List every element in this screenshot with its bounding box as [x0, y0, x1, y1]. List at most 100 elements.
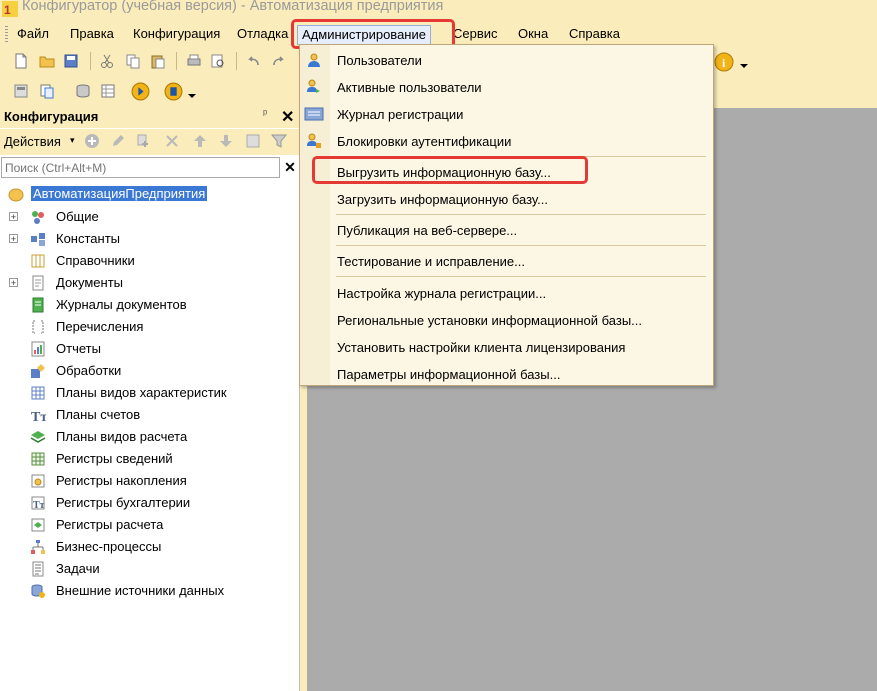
compare-config-icon[interactable] — [39, 83, 55, 99]
menu-item-event-log-settings[interactable]: Настройка журнала регистрации... — [300, 280, 713, 306]
add-icon[interactable] — [84, 133, 100, 149]
paste-icon[interactable] — [150, 53, 166, 69]
open-folder-icon[interactable] — [39, 53, 55, 69]
tree-node-chart-of-characteristic-types[interactable]: Планы видов характеристик — [0, 382, 299, 404]
edit-icon[interactable] — [110, 133, 126, 149]
menu-windows[interactable]: Окна — [518, 26, 548, 44]
info-dropdown-arrow-icon[interactable] — [740, 64, 748, 68]
tree-node-calculation-registers[interactable]: Регистры расчета — [0, 514, 299, 536]
actions-menu-button[interactable]: Действия — [4, 134, 61, 149]
tree-node-label: Планы видов характеристик — [56, 385, 227, 400]
new-document-icon[interactable] — [13, 53, 29, 69]
filter-icon[interactable] — [271, 133, 287, 149]
svg-text:Тт: Тт — [31, 410, 46, 423]
tree-node-constants[interactable]: + Константы — [0, 228, 299, 250]
menu-item-event-log[interactable]: Журнал регистрации — [300, 101, 713, 127]
actions-dropdown-arrow-icon[interactable]: ▾ — [70, 135, 75, 146]
tree-node-document-journals[interactable]: Журналы документов — [0, 294, 299, 316]
menu-item-auth-locks[interactable]: Блокировки аутентификации — [300, 128, 713, 154]
menu-item-users[interactable]: Пользователи — [300, 47, 713, 73]
tree-node-catalogs[interactable]: Справочники — [0, 250, 299, 272]
redo-icon[interactable] — [270, 53, 286, 69]
menu-edit[interactable]: Правка — [70, 26, 114, 44]
run-debug-icon[interactable] — [131, 82, 150, 101]
tree-node-reports[interactable]: Отчеты — [0, 338, 299, 360]
pin-icon[interactable]: ᵖ — [263, 108, 267, 120]
data-processors-icon — [31, 364, 45, 378]
menu-item-regional-settings[interactable]: Региональные установки информационной ба… — [300, 307, 713, 333]
close-panel-icon[interactable]: ✕ — [281, 107, 294, 127]
menu-item-active-users[interactable]: Активные пользователи — [300, 74, 713, 100]
menu-item-testing-repair[interactable]: Тестирование и исправление... — [300, 248, 713, 274]
toolbar-separator — [176, 52, 177, 70]
search-field[interactable] — [1, 157, 280, 178]
root-config-icon — [8, 188, 24, 202]
menu-item-label: Настройка журнала регистрации... — [337, 286, 547, 301]
window-title: Конфигуратор (учебная версия) - Автомати… — [22, 0, 444, 14]
export-infobase-highlight-box — [312, 156, 588, 184]
menu-item-licensing-client-settings[interactable]: Установить настройки клиента лицензирова… — [300, 334, 713, 360]
expand-icon[interactable]: + — [9, 212, 18, 222]
move-down-icon[interactable] — [218, 133, 234, 149]
tree-node-business-processes[interactable]: Бизнес-процессы — [0, 536, 299, 558]
configuration-actions-bar: Действия ▾ — [0, 129, 299, 155]
save-icon[interactable] — [63, 53, 79, 69]
undo-icon[interactable] — [246, 53, 262, 69]
menubar-grip[interactable] — [5, 26, 8, 42]
tree-node-chart-of-calculation-types[interactable]: Планы видов расчета — [0, 426, 299, 448]
tree-node-common[interactable]: + Общие — [0, 206, 299, 228]
tree-node-label: Обработки — [56, 363, 122, 378]
menu-help[interactable]: Справка — [569, 26, 620, 44]
tree-node-documents[interactable]: + Документы — [0, 272, 299, 294]
run-dropdown-arrow-icon[interactable] — [188, 94, 196, 98]
tree-node-tasks[interactable]: Задачи — [0, 558, 299, 580]
copy-icon[interactable] — [125, 53, 141, 69]
menu-item-label: Тестирование и исправление... — [337, 254, 525, 269]
chart-of-calculation-types-icon — [30, 431, 46, 443]
config-window-icon[interactable] — [13, 83, 29, 99]
search-input[interactable] — [2, 158, 278, 177]
copy-item-icon[interactable] — [136, 133, 152, 149]
print-preview-icon[interactable] — [210, 53, 226, 69]
constants-icon — [31, 233, 45, 246]
menu-configuration[interactable]: Конфигурация — [133, 26, 220, 44]
catalogs-icon — [31, 254, 45, 268]
menu-item-import-infobase[interactable]: Загрузить информационную базу... — [300, 186, 713, 212]
accumulation-registers-icon — [31, 474, 45, 488]
menu-item-label: Блокировки аутентификации — [337, 134, 512, 149]
cut-icon[interactable] — [99, 53, 115, 69]
menu-file[interactable]: Файл — [17, 26, 49, 44]
tree-node-chart-of-accounts[interactable]: Тт Планы счетов — [0, 404, 299, 426]
tree-node-label: Задачи — [56, 561, 100, 576]
tree-node-data-processors[interactable]: Обработки — [0, 360, 299, 382]
tree-node-information-registers[interactable]: Регистры сведений — [0, 448, 299, 470]
tasks-icon — [32, 561, 44, 577]
sort-icon[interactable] — [245, 133, 261, 149]
configuration-panel-title: Конфигурация — [4, 109, 99, 124]
run-enterprise-icon[interactable] — [164, 82, 183, 101]
accounting-registers-icon: Тт — [31, 496, 45, 511]
tree-root[interactable]: АвтоматизацияПредприятия — [0, 184, 299, 206]
tree-node-enums[interactable]: Перечисления — [0, 316, 299, 338]
auth-lock-icon — [307, 133, 321, 148]
tree-node-label: Документы — [56, 275, 124, 290]
menu-item-infobase-parameters[interactable]: Параметры информационной базы... — [300, 361, 713, 387]
menu-service[interactable]: Сервис — [453, 26, 498, 44]
print-icon[interactable] — [186, 53, 202, 69]
delete-icon[interactable] — [164, 133, 180, 149]
tree-node-accumulation-registers[interactable]: Регистры накопления — [0, 470, 299, 492]
tree-node-external-data-sources[interactable]: Внешние источники данных — [0, 580, 299, 602]
move-up-icon[interactable] — [192, 133, 208, 149]
menu-item-label: Установить настройки клиента лицензирова… — [337, 340, 626, 355]
expand-icon[interactable]: + — [9, 234, 18, 244]
tree-node-label: Внешние источники данных — [56, 583, 225, 598]
table-icon[interactable] — [100, 83, 116, 99]
search-clear-icon[interactable]: ✕ — [281, 157, 299, 178]
database-icon[interactable] — [75, 83, 91, 99]
business-processes-icon — [31, 540, 45, 554]
menu-item-web-publishing[interactable]: Публикация на веб-сервере... — [300, 217, 713, 243]
info-icon[interactable]: i — [714, 52, 734, 72]
menu-debug[interactable]: Отладка — [237, 26, 288, 44]
expand-icon[interactable]: + — [9, 278, 18, 288]
tree-node-accounting-registers[interactable]: Тт Регистры бухгалтерии — [0, 492, 299, 514]
